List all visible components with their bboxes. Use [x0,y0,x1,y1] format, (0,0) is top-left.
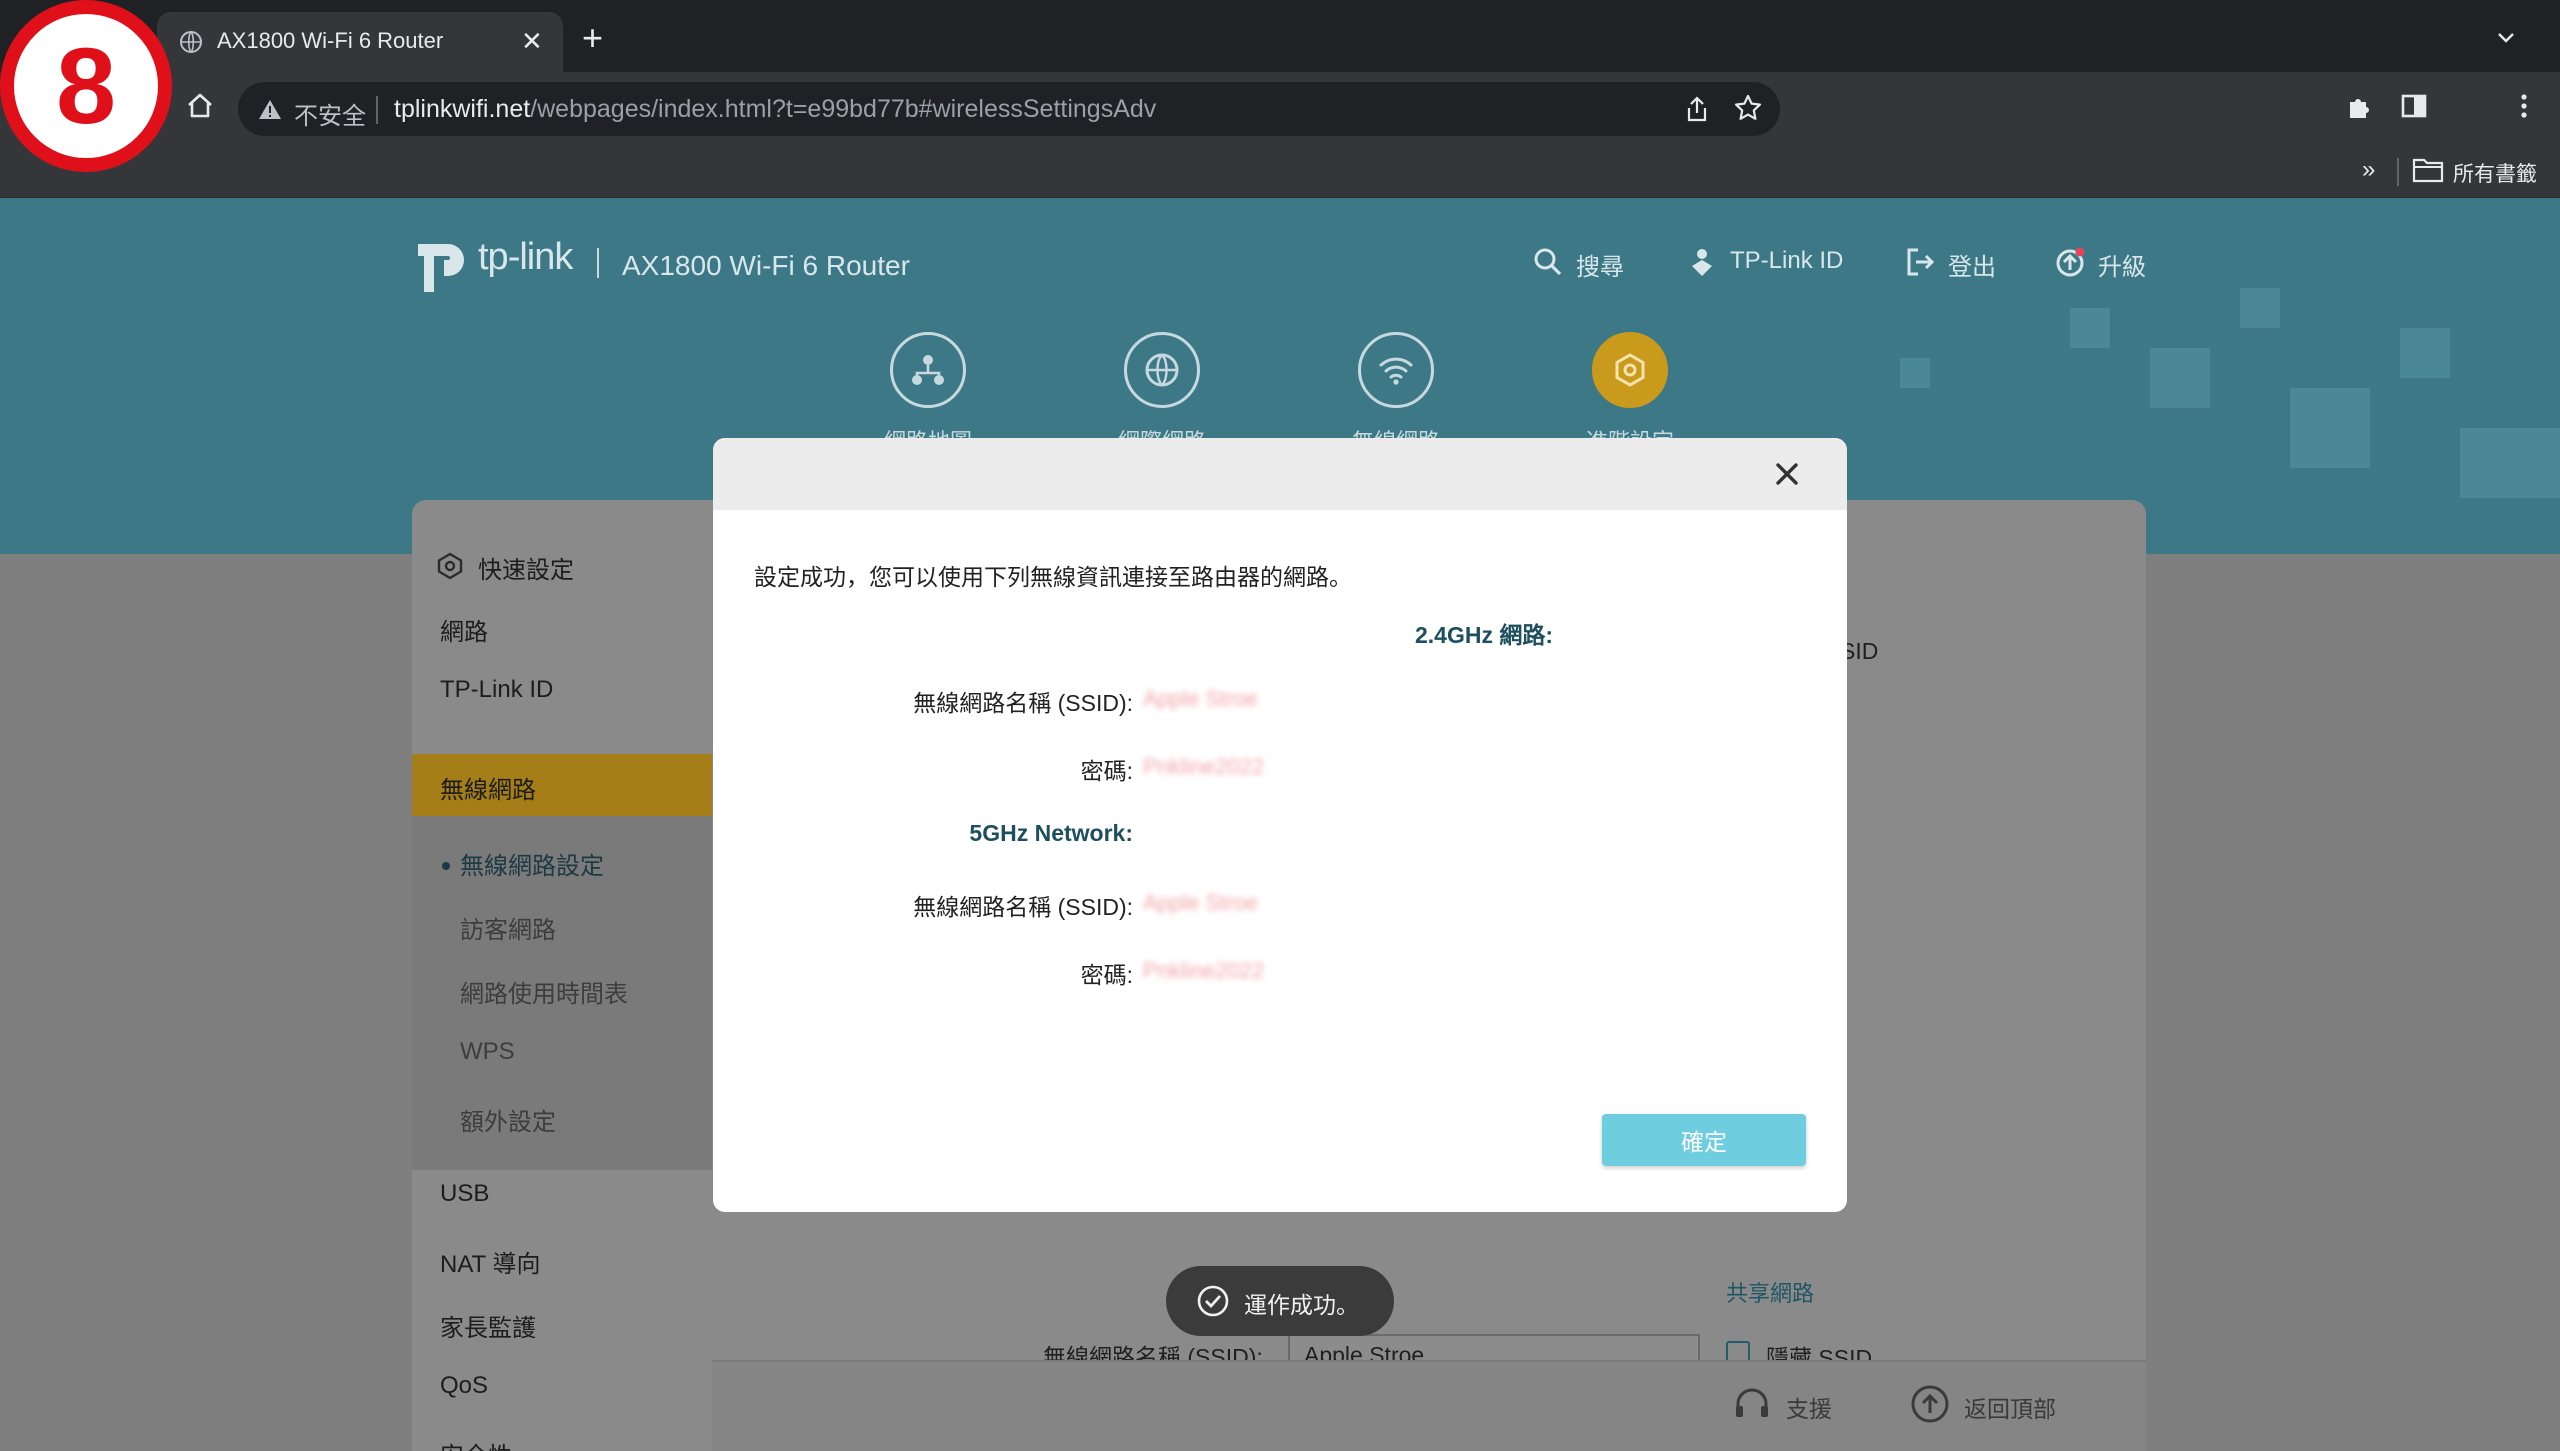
folder-icon[interactable] [2412,156,2444,184]
sub-item-wps[interactable]: WPS [460,1038,515,1066]
header-tplink-id-button[interactable]: TP-Link ID [1686,244,1846,278]
sub-item-label: 無線網路設定 [460,853,604,880]
gear-icon [1615,353,1645,387]
address-bar[interactable]: 不安全 tplinkwifi.net/webpages/index.html?t… [238,82,1780,136]
search-label: 搜尋 [1576,254,1624,281]
warning-icon[interactable] [258,98,282,120]
browser-toolbar: 不安全 tplinkwifi.net/webpages/index.html?t… [0,72,2560,146]
more-menu-icon[interactable] [2508,90,2540,122]
decor-pixel [2150,348,2210,408]
dialog-header [713,438,1847,510]
browser-tab-strip: AX1800 Wi-Fi 6 Router ✕ + [0,0,2560,72]
band-5-password-label: 密碼: [1080,962,1133,988]
bookmarks-bar: » 所有書籤 [0,146,2560,198]
share-icon[interactable] [1682,94,1712,124]
tab-title: AX1800 Wi-Fi 6 Router [217,28,444,53]
nav-network-map[interactable] [890,332,966,408]
dialog-message: 設定成功，您可以使用下列無線資訊連接至路由器的網路。 [754,564,1352,590]
bookmark-star-icon[interactable] [1732,92,1764,124]
home-icon[interactable] [184,90,216,122]
decor-pixel [2290,388,2370,468]
step-number: 8 [55,25,117,146]
all-bookmarks-label[interactable]: 所有書籤 [2453,158,2537,188]
sub-item-wireless-settings[interactable]: 無線網路設定 [442,846,604,881]
sidebar-item-tplink-id[interactable]: TP-Link ID [440,676,553,704]
logout-icon [1907,248,1935,276]
sub-item-additional[interactable]: 額外設定 [460,1102,556,1137]
nav-wireless[interactable] [1358,332,1434,408]
confirm-button[interactable]: 確定 [1602,1114,1806,1166]
tplink-logo-icon [418,244,464,292]
url-path: /webpages/index.html?t=e99bd77b#wireless… [530,95,1157,123]
nav-advanced[interactable] [1592,332,1668,408]
globe-icon [1145,353,1179,387]
decor-pixel [1900,358,1930,388]
logout-label: 登出 [1948,254,1996,281]
sidebar-item-parental[interactable]: 家長監護 [440,1308,536,1343]
insecure-label[interactable]: 不安全 [294,96,366,131]
network-map-icon [912,355,944,385]
sub-item-guest-network[interactable]: 訪客網路 [460,910,556,945]
band-24-password-label: 密碼: [1080,758,1133,784]
extensions-puzzle-icon[interactable] [2344,90,2376,122]
sidebar-item-usb[interactable]: USB [440,1180,489,1208]
settings-success-dialog: 設定成功，您可以使用下列無線資訊連接至路由器的網路。 2.4GHz 網路: 無線… [713,438,1847,1212]
url-text[interactable]: tplinkwifi.net/webpages/index.html?t=e99… [394,95,1156,124]
sidebar-item-qos[interactable]: QoS [440,1372,488,1400]
globe-favicon-icon [180,31,202,53]
router-model: AX1800 Wi-Fi 6 Router [622,250,910,281]
brand-wordmark: tp-link [478,236,573,278]
check-circle-icon [1197,1285,1229,1317]
bookmarks-divider [2397,158,2399,186]
back-to-top-label: 返回頂部 [1964,1396,2056,1422]
side-panel-icon[interactable] [2398,90,2430,122]
headset-icon [1736,1388,1768,1417]
logo-divider [597,248,599,278]
step-number-badge: 8 [0,0,172,172]
sidebar-item-nat[interactable]: NAT 導向 [440,1244,540,1279]
quick-setup-icon [437,552,463,580]
upgrade-icon [2056,247,2085,277]
upgrade-label: 升級 [2098,254,2146,281]
decor-pixel [2400,328,2450,378]
tplink-id-label: TP-Link ID [1730,247,1844,274]
toast-message: 運作成功。 [1244,1292,1359,1318]
nav-internet[interactable] [1124,332,1200,408]
band-24-title: 2.4GHz 網路: [1414,622,1553,648]
share-network-link[interactable]: 共享網路 [1726,1276,1814,1308]
browser-tab[interactable]: AX1800 Wi-Fi 6 Router ✕ [157,12,563,72]
band-5-password-value: Pnkline2022 [1143,958,1265,983]
band-5-ssid-label: 無線網路名稱 (SSID): [913,894,1133,920]
current-dot [442,861,450,870]
url-host: tplinkwifi.net [394,95,531,123]
arrow-up-circle-icon [1911,1385,1949,1423]
sidebar-item-security[interactable]: 安全性 [440,1436,512,1451]
sidebar: 快速設定 網路 TP-Link ID 無線網路設定 訪客網路 網路使用時間表 W… [412,500,712,1451]
close-icon[interactable] [1769,456,1805,492]
tplink-id-icon [1692,249,1712,276]
new-tab-button[interactable]: + [582,20,603,56]
sidebar-item-label: 快速設定 [478,557,574,584]
chevron-down-icon[interactable] [2496,28,2516,48]
header-search-button[interactable]: 搜尋 [1532,244,1632,281]
band-5-ssid-value: Apple Stroe [1143,890,1258,915]
decor-pixel [2070,308,2110,348]
band-24-ssid-value: Apple Stroe [1143,686,1258,711]
header-logout-button[interactable]: 登出 [1904,244,2004,281]
support-label: 支援 [1786,1396,1832,1422]
decor-pixel [2240,288,2280,328]
sidebar-item-network[interactable]: 網路 [440,612,488,647]
search-icon [1534,248,1562,276]
band-24-ssid-label: 無線網路名稱 (SSID): [913,690,1133,716]
header-upgrade-button[interactable]: 升級 [2054,244,2154,281]
wifi-icon [1379,357,1413,385]
tab-close-icon[interactable]: ✕ [521,26,543,56]
omnibox-divider [376,96,378,124]
band-24-password-value: Pnkline2022 [1143,754,1265,779]
success-toast: 運作成功。 [1166,1266,1394,1336]
bookmarks-overflow-button[interactable]: » [2362,156,2375,184]
band-5-title: 5GHz Network: [969,820,1133,846]
decor-pixel [2460,428,2560,498]
sub-item-schedule[interactable]: 網路使用時間表 [460,974,628,1009]
